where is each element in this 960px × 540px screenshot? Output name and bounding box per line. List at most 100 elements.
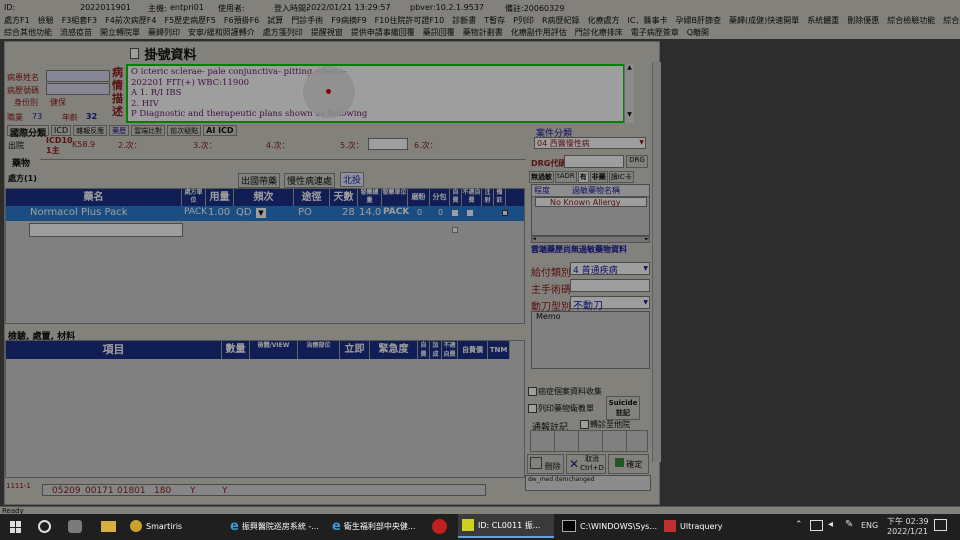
menu-item[interactable]: T暫存 (484, 16, 505, 25)
confirm-button[interactable]: 確定 (608, 454, 649, 474)
patient-name-field[interactable] (46, 70, 110, 82)
drug-name[interactable]: Normacol Plus Pack (30, 207, 128, 218)
menu-item[interactable]: 門診手術 (291, 16, 323, 25)
menu-item[interactable]: 試算 (267, 16, 283, 25)
clock-date[interactable]: 2022/1/21 (887, 527, 928, 536)
menu-item[interactable]: 門診化療排床 (575, 28, 623, 37)
drug-days[interactable]: 28 (342, 207, 355, 218)
tab-previous[interactable]: 前次疑點 (167, 125, 202, 136)
diagnosis-slot-2[interactable]: 2.次： (118, 140, 142, 151)
taskbar-item-ward[interactable]: e 振興醫院巡房系統 -... (230, 514, 325, 538)
tab-ai-icd[interactable]: AI ICD (203, 125, 237, 136)
taskbar-item-his[interactable]: ID: CL0011 振... (458, 514, 554, 538)
drug-total[interactable]: 14.0 (359, 207, 381, 218)
menu-item[interactable]: 電子病歷簽章 (631, 28, 679, 37)
menu-item[interactable]: 提供申請事繼回覆 (351, 28, 415, 37)
delete-button[interactable]: 刪除 (527, 454, 564, 474)
menu-item[interactable]: F3組套F3 (62, 16, 97, 25)
menu-item[interactable]: 化療處方 (588, 16, 620, 25)
travel-drug-button[interactable]: 出國帶藥 (238, 173, 281, 188)
case-select[interactable]: 04 西醫慢性病 ▼ (534, 137, 646, 149)
drug-route[interactable]: PO (298, 207, 312, 218)
drug-row[interactable]: Normacol Plus Pack PACK 1.00 QD ▼ PO 28 … (6, 206, 524, 221)
clock-time[interactable]: 下午 02:39 (887, 516, 929, 527)
tab-adverse[interactable]: 雜報反應 (73, 125, 108, 136)
history-textarea[interactable]: O icteric sclerae- pale conjunctiva- pit… (126, 64, 625, 123)
drug-split[interactable]: 0 (438, 208, 443, 217)
menu-item[interactable]: 檢驗 (38, 16, 54, 25)
menu-item[interactable]: 綜合檢驗功能 (887, 16, 935, 25)
notification-icon[interactable] (934, 519, 947, 531)
payment-select[interactable]: 4 普通疾病 ▼ (570, 262, 650, 276)
tab-drug-history[interactable]: 藥歷 (109, 125, 130, 136)
icd-code[interactable]: K58.9 (72, 140, 95, 149)
taskbar-item-smartiris[interactable]: Smartiris (130, 514, 220, 538)
cloud-allergy-link[interactable]: 雲端藥歷尚無過敏藥物資料 (531, 244, 627, 255)
beitou-button[interactable]: 北投 (340, 172, 365, 187)
menu-item[interactable]: Q離開 (687, 28, 709, 37)
cancel-button[interactable]: ✕ 取消 Ctrl+D (566, 454, 606, 474)
drug-frequency[interactable]: QD (236, 207, 252, 218)
history-scrollbar[interactable]: ▲ ▼ (624, 64, 634, 123)
menu-item[interactable]: 流感疫苗 (60, 28, 92, 37)
unsuitable-checkbox[interactable] (467, 210, 473, 216)
drg-field[interactable] (564, 155, 624, 168)
taskbar-item-ultraquery[interactable]: Ultraquery (664, 514, 754, 538)
menu-item[interactable]: 藥訊回覆 (423, 28, 455, 37)
read-ic-card-button[interactable]: 讀IC卡 (608, 171, 634, 183)
folder-icon[interactable] (101, 521, 116, 532)
menu-item[interactable]: P列印 (513, 16, 534, 25)
chart-number-field[interactable] (46, 83, 110, 95)
scroll-left-icon[interactable]: ◄ (532, 237, 536, 242)
menu-item[interactable]: 開立轉院單 (100, 28, 140, 37)
menu-item[interactable]: F10住院許可證F10 (375, 16, 445, 25)
start-icon[interactable] (10, 521, 22, 533)
procedure-code-field[interactable] (570, 279, 650, 292)
drug-dispense-unit[interactable]: PACK (383, 207, 409, 217)
tab-cloud[interactable]: 雲端比對 (131, 125, 166, 136)
yes-tag[interactable]: 有 (577, 171, 589, 183)
suicide-button[interactable]: Suicide註記 (606, 396, 640, 420)
allergy-scrollbar[interactable]: ◄ ► (531, 236, 650, 243)
transfer-checkbox[interactable] (580, 420, 589, 429)
pen-icon[interactable]: ✎ (845, 519, 853, 530)
menu-item[interactable]: 綜合藥品功能 (943, 16, 960, 25)
scroll-right-icon[interactable]: ► (645, 237, 649, 242)
menu-item[interactable]: 安寧/緩和照護轉介 (188, 28, 255, 37)
tadr-tag[interactable]: tADR (555, 171, 577, 183)
op-type-select[interactable]: 不動刀 ▼ (570, 296, 650, 312)
remark-checkbox[interactable] (502, 210, 508, 216)
chevron-up-icon[interactable]: ⌃ (795, 520, 803, 530)
search-icon[interactable] (38, 520, 51, 533)
diagnosis-slot-3[interactable]: 3.次： (193, 140, 217, 151)
menu-item[interactable]: 藥歸列印 (148, 28, 180, 37)
menu-item[interactable]: 藥歸(成健)快速開單 (729, 16, 799, 25)
menu-item[interactable]: F4前次病歷F4 (105, 16, 156, 25)
taskbar-item-cmd[interactable]: C:\WINDOWS\Sys... (562, 514, 658, 538)
drg-button[interactable]: DRG (626, 155, 648, 168)
drug-tab[interactable]: 藥物 (12, 156, 30, 169)
new-row-checkbox[interactable] (452, 227, 458, 233)
print-education-checkbox[interactable] (528, 404, 537, 413)
taskbar-item-nhi[interactable]: e 衛生福利部中央健... (332, 514, 424, 538)
menu-item[interactable]: 孕婦B肝篩查 (675, 16, 721, 25)
no-allergy-tag[interactable]: 無過敏 (529, 171, 554, 183)
scroll-down-icon[interactable]: ▼ (625, 111, 634, 118)
diagnosis-slot-4[interactable]: 4.次： (266, 140, 290, 151)
drug-new-row-field[interactable] (29, 223, 183, 237)
diagnosis-slot-6[interactable]: 6.次： (414, 140, 438, 151)
drug-unit[interactable]: PACK (184, 207, 207, 217)
menu-item[interactable]: 化療副作用評估 (511, 28, 567, 37)
menu-item[interactable]: 系統體重 (807, 16, 839, 25)
memo-area[interactable]: Memo (531, 311, 650, 369)
language-indicator[interactable]: ENG (861, 521, 878, 530)
chronic-refill-button[interactable]: 慢性病連處 (284, 173, 336, 188)
drug-grind[interactable]: 0 (417, 208, 422, 217)
drug-dose[interactable]: 1.00 (208, 207, 230, 218)
tab-icd[interactable]: ICD (51, 125, 72, 136)
menu-item[interactable]: IC．醫事卡 (628, 16, 668, 25)
cancer-checkbox[interactable] (528, 387, 537, 396)
menu-item[interactable]: F5歷史病歷F5 (164, 16, 215, 25)
menu-item[interactable]: R病歷紀錄 (542, 16, 580, 25)
menu-item[interactable]: 處方箋列印 (263, 28, 303, 37)
